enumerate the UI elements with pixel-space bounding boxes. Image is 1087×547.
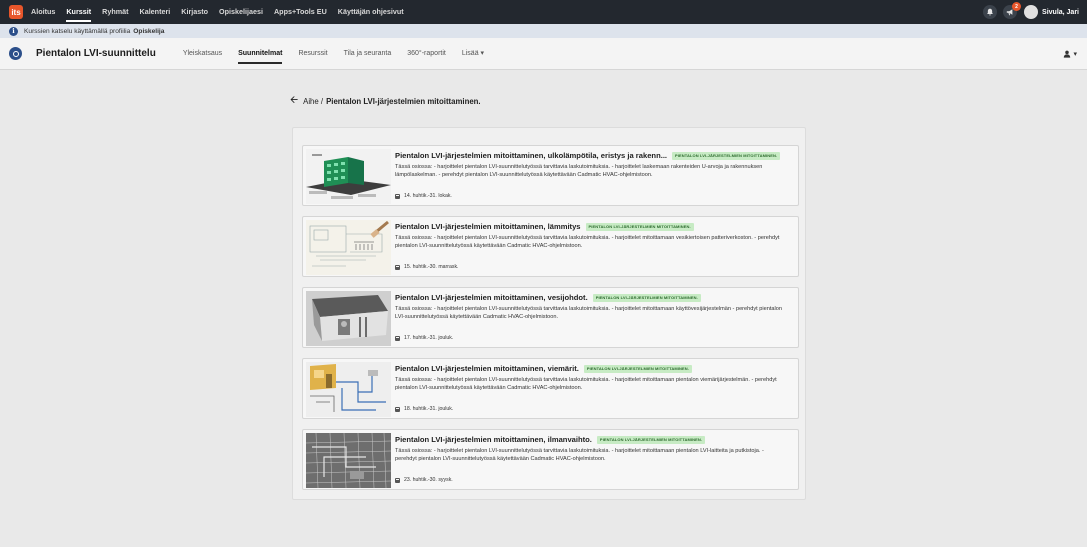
plan-description: Tässä osiossa: - harjoittelet pientalon …	[395, 377, 777, 391]
plan-card-body: Pientalon LVI-järjestelmien mitoittamine…	[395, 293, 790, 321]
chevron-down-icon: ▾	[1073, 51, 1077, 58]
user-icon	[1064, 50, 1071, 58]
plan-card[interactable]: Pientalon LVI-järjestelmien mitoittamine…	[302, 287, 799, 348]
plan-card[interactable]: Pientalon LVI-järjestelmien mitoittamine…	[302, 216, 799, 277]
plan-date-text: 23. huhtik.-30. syysk.	[404, 477, 453, 483]
breadcrumb-current: Pientalon LVI-järjestelmien mitoittamine…	[326, 96, 481, 106]
calendar-icon	[395, 193, 400, 199]
nav-kurssit[interactable]: Kurssit	[66, 0, 91, 24]
info-profile: Opiskelija	[133, 27, 165, 35]
megaphone-icon[interactable]: 2	[1003, 2, 1022, 19]
plan-date: 17. huhtik.-31. jouluk.	[395, 335, 453, 341]
plan-card-body: Pientalon LVI-järjestelmien mitoittamine…	[395, 364, 790, 392]
plan-thumbnail	[306, 362, 391, 417]
plan-title[interactable]: Pientalon LVI-järjestelmien mitoittamine…	[395, 151, 667, 160]
breadcrumb: 🡨 Aihe / Pientalon LVI-järjestelmien mit…	[290, 96, 481, 106]
course-header: Pientalon LVI-suunnittelu Yleiskatsaus S…	[0, 38, 1087, 70]
plan-date: 23. huhtik.-30. syysk.	[395, 477, 453, 483]
plan-title[interactable]: Pientalon LVI-järjestelmien mitoittamine…	[395, 435, 592, 444]
plan-card-body: Pientalon LVI-järjestelmien mitoittamine…	[395, 151, 790, 179]
plan-thumbnail	[306, 149, 391, 204]
nav-opiskelijaesi[interactable]: Opiskelijaesi	[219, 0, 263, 24]
tab-360-raportit[interactable]: 360°-raportit	[407, 38, 446, 70]
course-tabs: Yleiskatsaus Suunnitelmat Resurssit Tila…	[183, 38, 500, 70]
nav-ryhmat[interactable]: Ryhmät	[102, 0, 128, 24]
plan-title[interactable]: Pientalon LVI-järjestelmien mitoittamine…	[395, 222, 581, 231]
plan-date-text: 14. huhtik.-31. lokak.	[404, 193, 452, 199]
plan-date-text: 18. huhtik.-31. jouluk.	[404, 406, 454, 412]
info-icon: i	[9, 26, 18, 36]
notification-badge: 2	[1012, 2, 1022, 11]
plan-description: Tässä osiossa: - harjoittelet pientalon …	[395, 448, 764, 462]
top-navigation-bar: its Aloitus Kurssit Ryhmät Kalenteri Kir…	[0, 0, 1087, 24]
calendar-icon	[395, 406, 400, 412]
plan-date-text: 17. huhtik.-31. jouluk.	[404, 335, 454, 341]
plan-tag: PIENTALON LVI-JÄRJESTELMIEN MITOITTAMINE…	[585, 222, 694, 231]
user-name[interactable]: Sivula, Jari	[1042, 9, 1079, 16]
plan-tag: PIENTALON LVI-JÄRJESTELMIEN MITOITTAMINE…	[596, 435, 706, 444]
profile-info-bar: i Kurssien katselu käyttämällä profiilia…	[0, 24, 1087, 38]
tab-lisaa[interactable]: Lisää ▾	[462, 38, 484, 70]
plan-title[interactable]: Pientalon LVI-järjestelmien mitoittamine…	[395, 293, 588, 302]
plan-tag: PIENTALON LVI-JÄRJESTELMIEN MITOITTAMINE…	[592, 293, 701, 302]
course-user-menu[interactable]: ▾	[1063, 38, 1077, 70]
back-arrow-icon[interactable]: 🡨	[290, 96, 298, 106]
nav-kirjasto[interactable]: Kirjasto	[181, 0, 208, 24]
tab-resurssit[interactable]: Resurssit	[298, 38, 327, 70]
plan-date: 18. huhtik.-31. jouluk.	[395, 406, 453, 412]
plan-card[interactable]: Pientalon LVI-järjestelmien mitoittamine…	[302, 358, 799, 419]
breadcrumb-prefix[interactable]: Aihe /	[303, 97, 323, 106]
itslearning-logo[interactable]: its	[9, 5, 23, 19]
plan-card[interactable]: Pientalon LVI-järjestelmien mitoittamine…	[302, 429, 799, 490]
calendar-icon	[395, 477, 400, 483]
plan-description: Tässä osiossa: - harjoittelet pientalon …	[395, 235, 780, 249]
plan-thumbnail	[306, 433, 391, 488]
tab-yleiskatsaus[interactable]: Yleiskatsaus	[183, 38, 222, 70]
plan-thumbnail	[306, 291, 391, 346]
plan-date: 14. huhtik.-31. lokak.	[395, 193, 452, 199]
plan-card[interactable]: Pientalon LVI-järjestelmien mitoittamine…	[302, 145, 799, 206]
top-right-controls: 2 Sivula, Jari	[977, 0, 1079, 24]
plan-description: Tässä osiossa: - harjoittelet pientalon …	[395, 164, 763, 178]
main-nav: Aloitus Kurssit Ryhmät Kalenteri Kirjast…	[31, 0, 415, 24]
plan-description: Tässä osiossa: - harjoittelet pientalon …	[395, 306, 782, 320]
plan-card-body: Pientalon LVI-järjestelmien mitoittamine…	[395, 222, 790, 250]
avatar[interactable]	[1024, 5, 1039, 19]
plan-card-body: Pientalon LVI-järjestelmien mitoittamine…	[395, 435, 790, 463]
calendar-icon	[395, 264, 400, 270]
nav-aloitus[interactable]: Aloitus	[31, 0, 55, 24]
nav-apps-tools[interactable]: Apps+Tools EU	[274, 0, 327, 24]
nav-kalenteri[interactable]: Kalenteri	[140, 0, 171, 24]
course-title[interactable]: Pientalon LVI-suunnittelu	[36, 48, 156, 59]
plan-thumbnail	[306, 220, 391, 275]
tab-tila-ja-seuranta[interactable]: Tila ja seuranta	[344, 38, 392, 70]
plan-tag: PIENTALON LVI-JÄRJESTELMIEN MITOITTAMINE…	[583, 364, 692, 373]
nav-help-pages[interactable]: Käyttäjän ohjesivut	[338, 0, 404, 24]
plan-tag: PIENTALON LVI-JÄRJESTELMIEN MITOITTAMINE…	[672, 151, 781, 160]
plans-panel: Pientalon LVI-järjestelmien mitoittamine…	[292, 127, 806, 500]
course-icon	[9, 47, 22, 60]
plan-title[interactable]: Pientalon LVI-järjestelmien mitoittamine…	[395, 364, 579, 373]
plan-date-text: 15. huhtik.-30. marrask.	[404, 264, 459, 270]
info-text: Kurssien katselu käyttämällä profiilia	[24, 27, 131, 35]
plan-date: 15. huhtik.-30. marrask.	[395, 264, 459, 270]
tab-suunnitelmat[interactable]: Suunnitelmat	[238, 38, 283, 70]
calendar-icon	[395, 335, 400, 341]
bell-icon[interactable]	[983, 5, 998, 19]
